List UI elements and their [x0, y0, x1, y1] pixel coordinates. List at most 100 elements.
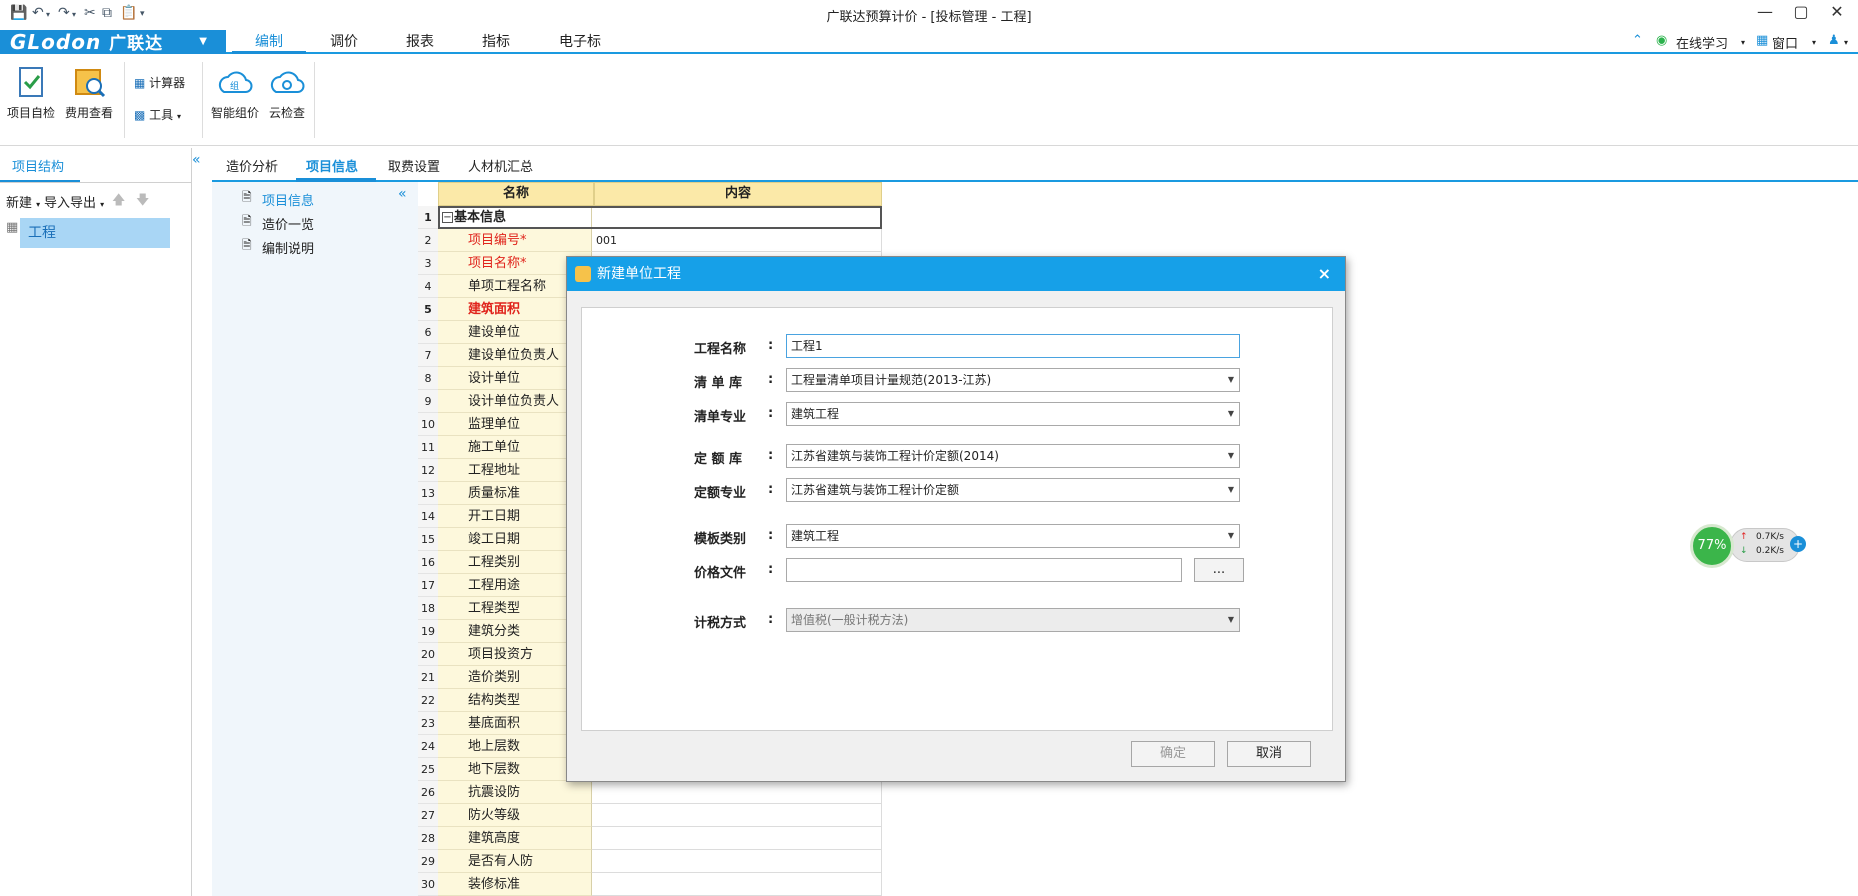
price-file-input[interactable]	[786, 558, 1182, 582]
row-number: 29	[418, 850, 438, 873]
tools-button[interactable]: ▩ 工具 ▾	[134, 106, 194, 123]
row-name-cell[interactable]: 防火等级	[438, 804, 592, 827]
chevron-down-icon[interactable]: ▼	[1223, 609, 1239, 631]
self-check-icon	[12, 64, 50, 100]
row-content-cell[interactable]	[592, 850, 882, 873]
quota-lib-value: 江苏省建筑与装饰工程计价定额(2014)	[791, 449, 999, 463]
row-name-cell[interactable]: 是否有人防	[438, 850, 592, 873]
online-learning-dropdown-icon[interactable]: ▾	[1741, 38, 1745, 47]
menu-tab-edit[interactable]: 编制	[232, 30, 306, 54]
move-down-icon[interactable]: 🡇	[136, 191, 149, 213]
tree-item-project[interactable]: 工程	[20, 218, 170, 248]
tools-label: 工具	[149, 108, 174, 122]
row-number: 23	[418, 712, 438, 735]
fee-view-label: 费用查看	[64, 106, 113, 120]
row-name-cell[interactable]: 抗震设防	[438, 781, 592, 804]
menu-tab-index[interactable]: 指标	[464, 30, 528, 54]
nav-item-description[interactable]: 编制说明	[262, 238, 314, 257]
smart-pricing-cloud-icon: 组	[216, 64, 254, 100]
tab-fee-settings[interactable]: 取费设置	[388, 156, 440, 175]
close-icon[interactable]: ✕	[1822, 2, 1852, 26]
table-row[interactable]: 29 是否有人防	[418, 850, 882, 873]
download-arrow-icon: ↓	[1740, 546, 1748, 556]
nav-file-icon: 🗎	[242, 238, 252, 252]
cloud-check-button[interactable]: 云检查	[262, 64, 312, 121]
minimize-icon[interactable]: —	[1750, 2, 1780, 26]
table-row[interactable]: 28 建筑高度	[418, 827, 882, 850]
tab-project-info[interactable]: 项目信息	[306, 156, 358, 175]
chevron-down-icon[interactable]: ▼	[1223, 445, 1239, 467]
chevron-down-icon[interactable]: ▼	[1223, 525, 1239, 547]
speed-widget-plus-icon[interactable]: +	[1790, 536, 1806, 552]
row-number: 15	[418, 528, 438, 551]
row-content-cell[interactable]	[592, 873, 882, 896]
table-row[interactable]: 26 抗震设防	[418, 781, 882, 804]
menu-tab-report[interactable]: 报表	[388, 30, 452, 54]
tools-icon: ▩	[134, 108, 146, 122]
building-icon: ▦	[6, 220, 19, 235]
tax-select[interactable]: 增值税(一般计税方法) ▼	[786, 608, 1240, 632]
new-button[interactable]: 新建 ▾	[6, 192, 40, 211]
template-label: 模板类别	[694, 532, 747, 547]
window-menu[interactable]: 窗口	[1772, 33, 1798, 52]
nav-item-project-info[interactable]: 项目信息	[262, 190, 314, 209]
collapse-nav-icon[interactable]: «	[398, 186, 407, 202]
cancel-button[interactable]: 取消	[1227, 741, 1311, 767]
tab-cost-analysis[interactable]: 造价分析	[226, 156, 278, 175]
collapse-left-icon[interactable]: «	[192, 152, 201, 168]
project-structure-panel: 项目结构 « 新建 ▾ 导入导出 ▾ 🡅 🡇 ▦ 工程	[0, 148, 201, 896]
calculator-button[interactable]: ▦ 计算器	[134, 74, 194, 91]
app-logo[interactable]: GLodon 广联达 ▼	[0, 30, 226, 54]
chevron-down-icon[interactable]: ▼	[1223, 369, 1239, 391]
row-name-cell[interactable]: 基本信息	[438, 206, 592, 229]
tab-labor-material-summary[interactable]: 人材机汇总	[468, 156, 533, 175]
quota-major-label: 定额专业	[694, 486, 747, 501]
browse-button[interactable]: ...	[1194, 558, 1244, 582]
online-learning-button[interactable]: 在线学习	[1676, 33, 1728, 52]
maximize-icon[interactable]: ▢	[1786, 2, 1816, 26]
window-dropdown-icon[interactable]: ▾	[1812, 38, 1816, 47]
row-name-cell[interactable]: 建筑高度	[438, 827, 592, 850]
column-header-content[interactable]: 内容	[594, 182, 882, 206]
menu-tab-ebid[interactable]: 电子标	[548, 30, 612, 54]
table-row[interactable]: 27 防火等级	[418, 804, 882, 827]
network-speed-widget[interactable]: 77% ↑ 0.7K/s ↓ 0.2K/s +	[1690, 524, 1810, 568]
chevron-down-icon[interactable]: ▼	[1223, 479, 1239, 501]
dialog-close-icon[interactable]: ×	[1318, 257, 1331, 291]
fee-view-button[interactable]: 费用查看	[62, 64, 116, 121]
list-major-select[interactable]: 建筑工程 ▼	[786, 402, 1240, 426]
column-header-name[interactable]: 名称	[438, 182, 594, 206]
ok-button[interactable]: 确定	[1131, 741, 1215, 767]
dialog-title-bar: 新建单位工程	[567, 257, 1345, 291]
row-content-cell[interactable]: 001	[592, 229, 882, 252]
row-name-cell[interactable]: 项目编号*	[438, 229, 592, 252]
cloud-check-label: 云检查	[268, 106, 305, 120]
user-dropdown-icon[interactable]: ▾	[1844, 38, 1848, 47]
quota-major-value: 江苏省建筑与装饰工程计价定额	[791, 483, 960, 497]
project-name-input[interactable]: 工程1	[786, 334, 1240, 358]
collapse-group-icon[interactable]: −	[442, 212, 453, 223]
user-icon[interactable]: ♟	[1828, 33, 1840, 48]
smart-pricing-button[interactable]: 组 智能组价	[208, 64, 262, 121]
row-content-cell[interactable]	[592, 827, 882, 850]
quota-major-select[interactable]: 江苏省建筑与装饰工程计价定额 ▼	[786, 478, 1240, 502]
move-up-icon[interactable]: 🡅	[112, 191, 125, 213]
row-content-cell[interactable]	[592, 804, 882, 827]
table-row[interactable]: 2 项目编号* 001	[418, 229, 882, 252]
template-select[interactable]: 建筑工程 ▼	[786, 524, 1240, 548]
nav-item-cost-overview[interactable]: 造价一览	[262, 214, 314, 233]
list-lib-select[interactable]: 工程量清单项目计量规范(2013-江苏) ▼	[786, 368, 1240, 392]
import-export-button[interactable]: 导入导出 ▾	[44, 192, 104, 211]
table-row[interactable]: 30 装修标准	[418, 873, 882, 896]
new-unit-project-dialog: 新建单位工程 × 工程名称 : 工程1 清 单 库 : 工程量清单项目计量规范(…	[566, 256, 1346, 782]
quota-lib-select[interactable]: 江苏省建筑与装饰工程计价定额(2014) ▼	[786, 444, 1240, 468]
project-structure-title[interactable]: 项目结构	[12, 156, 64, 175]
row-content-cell[interactable]	[592, 781, 882, 804]
collapse-ribbon-icon[interactable]: ⌃	[1632, 33, 1643, 48]
self-check-button[interactable]: 项目自检	[4, 64, 58, 121]
menu-tab-adjust[interactable]: 调价	[312, 30, 376, 54]
row-content-cell[interactable]	[592, 206, 882, 229]
table-row[interactable]: 1 基本信息 −	[418, 206, 882, 229]
chevron-down-icon[interactable]: ▼	[1223, 403, 1239, 425]
row-name-cell[interactable]: 装修标准	[438, 873, 592, 896]
